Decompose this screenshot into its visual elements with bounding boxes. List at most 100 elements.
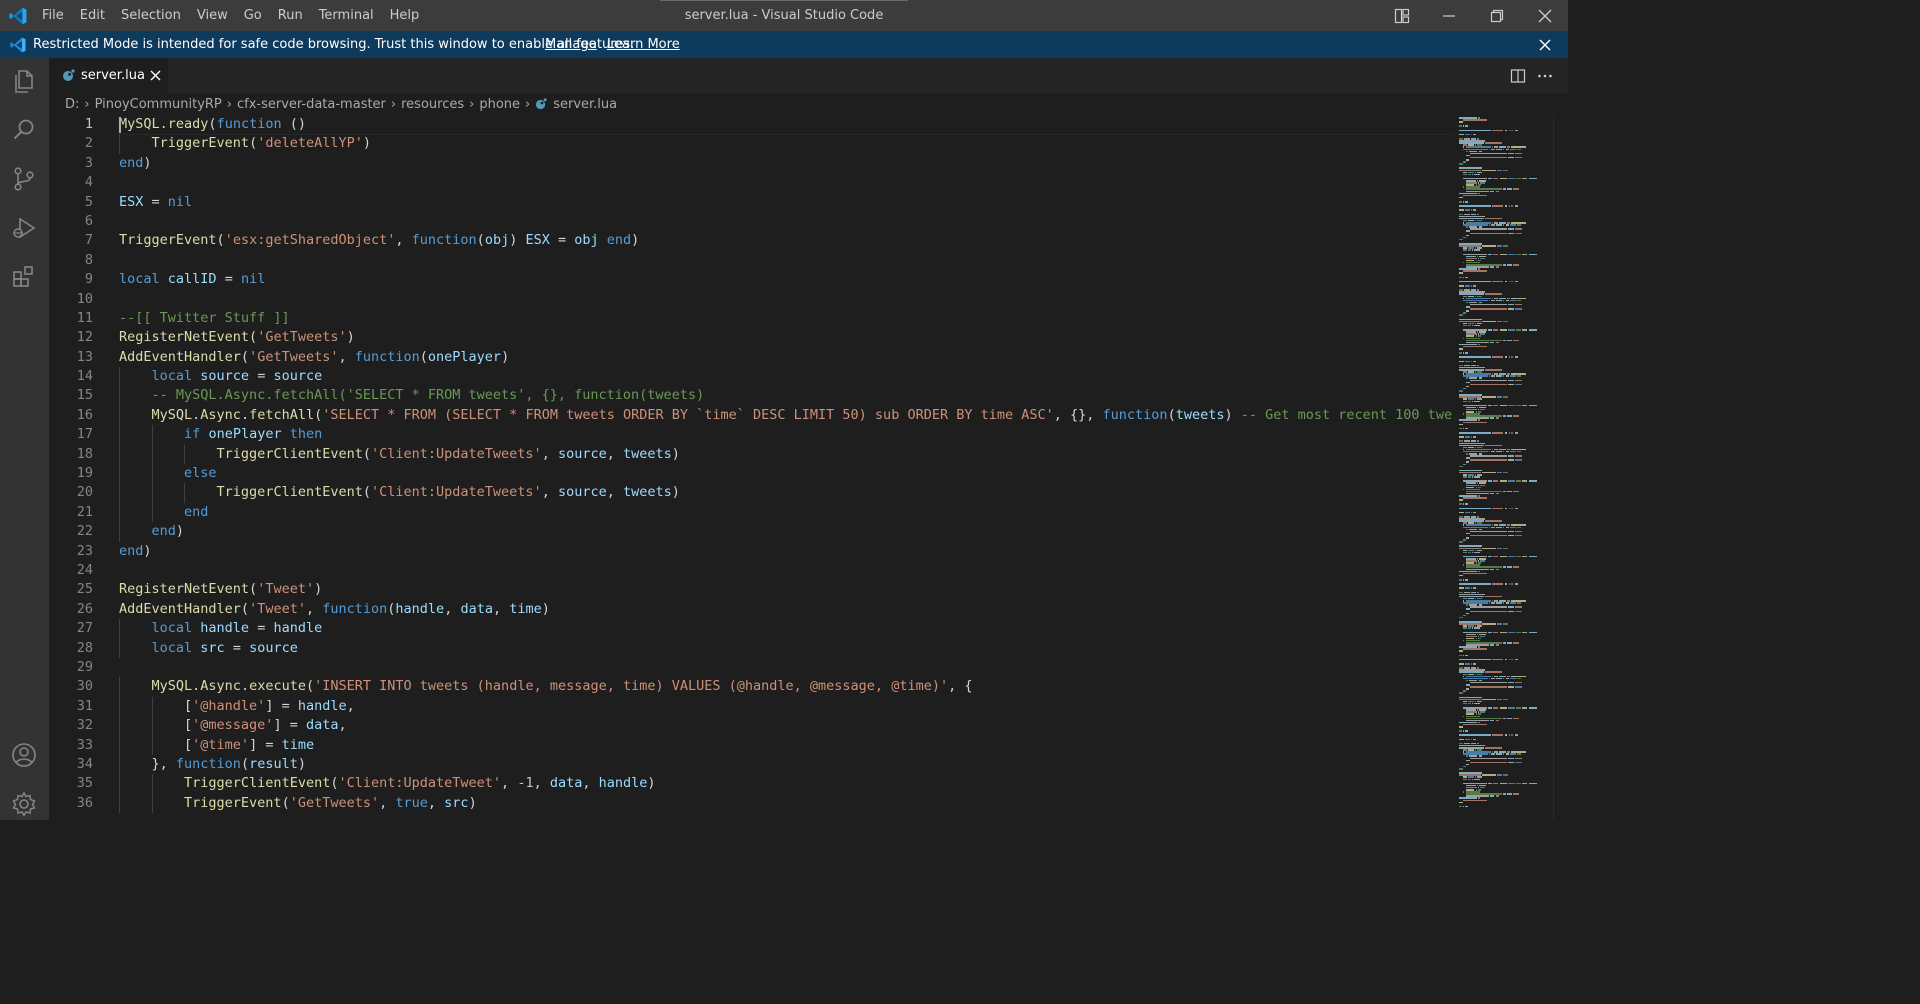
code-line[interactable]: TriggerEvent('GetTweets', true, src) [119, 793, 1453, 814]
code-line[interactable]: TriggerEvent('esx:getSharedObject', func… [119, 231, 1453, 250]
explorer-icon[interactable] [10, 67, 38, 95]
minimap-line [1469, 530, 1507, 533]
code-line[interactable]: }, function(result) [119, 754, 1453, 775]
code-line-text: ESX = nil [119, 193, 193, 210]
minimap-line [1462, 119, 1487, 121]
settings-gear-icon[interactable] [10, 790, 38, 818]
code-line[interactable] [119, 658, 1453, 677]
menu-edit[interactable]: Edit [72, 0, 113, 31]
code-line[interactable]: if onePlayer then [119, 425, 1453, 445]
menu-view[interactable]: View [189, 0, 236, 31]
minimap-line [1485, 595, 1503, 598]
minimap-line [1515, 534, 1522, 537]
menu-file[interactable]: File [34, 0, 72, 31]
minimap-line [1462, 276, 1464, 279]
minimap-line [1515, 383, 1522, 386]
line-number: 25 [76, 581, 93, 598]
split-editor-icon[interactable] [1509, 67, 1527, 85]
code-line[interactable]: ['@message'] = data, [119, 716, 1453, 736]
menu-help[interactable]: Help [382, 0, 428, 31]
code-line[interactable]: TriggerEvent('deleteAllYP') [119, 134, 1453, 154]
minimize-button[interactable] [1426, 0, 1472, 31]
accounts-icon[interactable] [10, 741, 38, 769]
code-line[interactable]: MySQL.ready(function () [117, 115, 1453, 136]
code-line[interactable]: end) [119, 154, 1453, 173]
minimap-line [1515, 156, 1522, 159]
close-icon[interactable] [1536, 36, 1554, 54]
breadcrumb-item-cfx-server-data-master[interactable]: cfx-server-data-master [237, 97, 386, 112]
code-line[interactable]: AddEventHandler('GetTweets', function(on… [119, 348, 1453, 367]
code-line[interactable]: --[[ Twitter Stuff ]] [119, 309, 1453, 328]
minimap-line [1462, 639, 1465, 642]
minimap-line [1507, 490, 1512, 493]
extensions-icon[interactable] [10, 263, 38, 291]
line-number: 18 [76, 445, 93, 462]
tab-server-lua[interactable]: server.lua [49, 58, 168, 93]
code-line[interactable]: else [119, 464, 1453, 484]
code-line[interactable]: local callID = nil [119, 270, 1453, 289]
menu-selection[interactable]: Selection [113, 0, 189, 31]
code-line[interactable] [119, 561, 1453, 580]
code-line[interactable]: TriggerClientEvent('Client:UpdateTweet',… [119, 774, 1453, 794]
close-icon[interactable] [149, 69, 162, 82]
source-control-icon[interactable] [10, 165, 38, 193]
menu-go[interactable]: Go [236, 0, 270, 31]
minimap-line [1464, 436, 1471, 438]
minimap-line [1474, 476, 1480, 478]
code-line[interactable]: RegisterNetEvent('Tweet') [119, 580, 1453, 599]
breadcrumb-item-pinoycommunityrp[interactable]: PinoyCommunityRP [95, 97, 222, 112]
more-actions-icon[interactable] [1536, 67, 1554, 85]
minimap-line [1507, 152, 1515, 155]
learn-more-link[interactable]: Learn More [607, 31, 680, 58]
restore-button[interactable] [1474, 0, 1520, 31]
code-line[interactable]: -- MySQL.Async.fetchAll('SELECT * FROM t… [119, 386, 1453, 406]
breadcrumb-item-drive[interactable]: D: [65, 97, 79, 112]
minimap-line [1459, 658, 1491, 661]
minimap-line [1471, 663, 1473, 665]
code-line[interactable]: AddEventHandler('Tweet', function(handle… [119, 600, 1453, 619]
breadcrumb-item-server-lua[interactable]: server.lua [553, 97, 617, 112]
manage-link[interactable]: Manage [545, 31, 597, 58]
menu-terminal[interactable]: Terminal [311, 0, 382, 31]
run-debug-icon[interactable] [10, 214, 38, 242]
minimap[interactable] [1453, 115, 1568, 820]
code-line[interactable]: end) [119, 522, 1453, 542]
editor-tab-bar: server.lua [49, 58, 1568, 93]
code-line[interactable]: TriggerClientEvent('Client:UpdateTweets'… [119, 483, 1453, 503]
code-editor[interactable]: 1 2 3 4 5 6 7 8 9 10 11 12 13 14 15 16 17 18 19 20 21 22 23 24 2… [49, 115, 1453, 820]
minimap-line [1466, 755, 1468, 757]
minimap-line [1491, 299, 1495, 302]
close-window-button[interactable] [1522, 0, 1568, 31]
code-line[interactable]: TriggerClientEvent('Client:UpdateTweets'… [119, 444, 1453, 465]
chevron-right-icon: › [469, 96, 475, 112]
minimap-line [1507, 555, 1516, 558]
code-line[interactable]: ESX = nil [119, 193, 1453, 212]
search-icon[interactable] [10, 116, 38, 144]
code-line[interactable]: local src = source [119, 638, 1453, 658]
code-line[interactable] [119, 212, 1453, 231]
code-line[interactable]: RegisterNetEvent('GetTweets') [119, 328, 1453, 347]
breadcrumb-item-phone[interactable]: phone [479, 97, 520, 112]
customize-layout-button[interactable] [1379, 0, 1425, 31]
minimap-line [1503, 642, 1507, 644]
code-text-area[interactable]: MySQL.ready(function () TriggerEvent('de… [117, 115, 1453, 814]
code-line[interactable]: ['@time'] = time [119, 735, 1453, 755]
code-line[interactable]: local handle = handle [119, 619, 1453, 639]
code-line[interactable] [119, 251, 1453, 270]
minimap-line [1462, 476, 1468, 478]
menu-run[interactable]: Run [270, 0, 311, 31]
code-line[interactable]: end [119, 502, 1453, 523]
code-line[interactable]: end) [119, 542, 1453, 561]
minimap-line [1491, 507, 1504, 510]
code-line[interactable] [119, 290, 1453, 309]
code-line[interactable]: MySQL.Async.execute('INSERT INTO tweets … [119, 677, 1453, 697]
minimap-line [1497, 169, 1502, 171]
code-line[interactable]: MySQL.Async.fetchAll('SELECT * FROM (SEL… [119, 405, 1453, 426]
minimap-line [1474, 702, 1480, 705]
code-line[interactable]: ['@handle'] = handle, [119, 696, 1453, 717]
minimap-line [1459, 360, 1464, 363]
vertical-scrollbar[interactable] [1553, 115, 1554, 820]
code-line[interactable]: local source = source [119, 367, 1453, 387]
code-line[interactable] [119, 173, 1453, 192]
breadcrumb-item-resources[interactable]: resources [401, 97, 464, 112]
